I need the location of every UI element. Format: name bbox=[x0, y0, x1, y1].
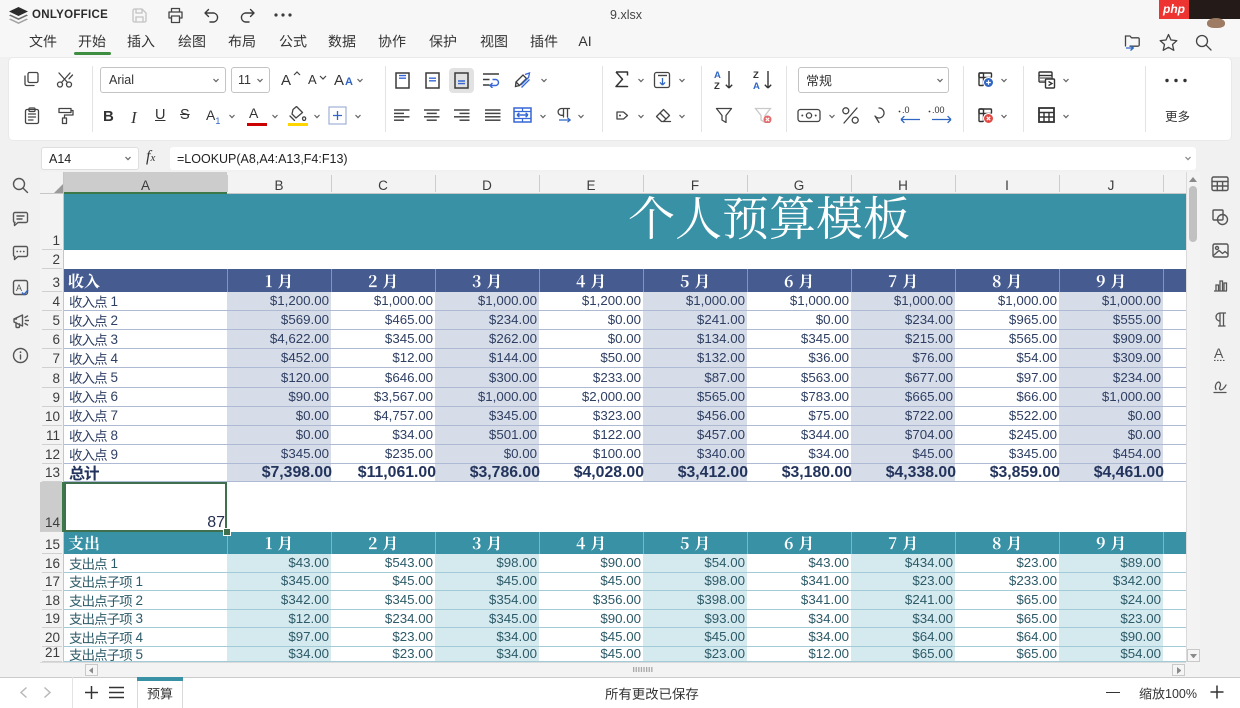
svg-text:.0: .0 bbox=[902, 105, 910, 115]
svg-text:Z: Z bbox=[753, 70, 759, 81]
svg-text:A: A bbox=[16, 283, 22, 293]
svg-text:.00: .00 bbox=[932, 105, 945, 115]
svg-text:A: A bbox=[714, 70, 721, 81]
svg-text:Z: Z bbox=[714, 81, 720, 91]
svg-text:A: A bbox=[753, 81, 760, 91]
svg-text:A: A bbox=[1214, 345, 1224, 361]
